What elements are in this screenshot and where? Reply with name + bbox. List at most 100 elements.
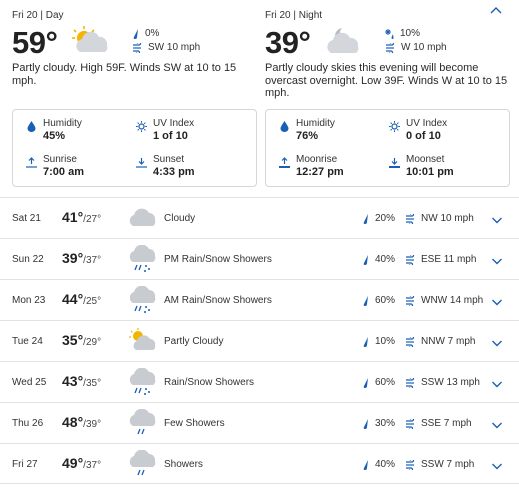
chevron-down-icon xyxy=(492,299,502,306)
chevron-down-icon xyxy=(492,258,502,265)
forecast-wind-value: NW 10 mph xyxy=(421,213,474,224)
forecast-precip: 10% xyxy=(362,336,395,347)
day-precip-value: 0% xyxy=(145,28,160,39)
forecast-condition: Few Showers xyxy=(164,418,225,429)
forecast-precip-value: 60% xyxy=(375,295,396,306)
night-details-card: Humidity 76% UV Index 0 of 10 Moonrise 12:2… xyxy=(265,109,510,187)
wind-icon xyxy=(406,213,415,224)
forecast-row[interactable]: Sun 22 39°/37° PM Rain/Snow Showers 40% ESE … xyxy=(0,238,519,279)
forecast-precip-value: 60% xyxy=(375,377,396,388)
forecast-temps: 44°/25° xyxy=(62,291,101,307)
expand-button[interactable] xyxy=(491,335,503,347)
showers-icon xyxy=(128,408,158,437)
chevron-down-icon xyxy=(492,340,502,347)
forecast-low: /39° xyxy=(83,419,102,430)
forecast-temps: 49°/37° xyxy=(62,455,101,471)
forecast-row[interactable]: Tue 24 35°/29° Partly Cloudy 10% NNW 7 mph xyxy=(0,320,519,361)
forecast-row[interactable]: Thu 26 48°/39° Few Showers 30% SSE 7 mph xyxy=(0,402,519,443)
humidity-label: Humidity xyxy=(296,118,335,129)
forecast-row[interactable]: Wed 25 43°/35° Rain/Snow Showers 60% SSW 13 … xyxy=(0,361,519,402)
moonrise-value: 12:27 pm xyxy=(296,166,344,178)
day-description: Partly cloudy. High 59F. Winds SW at 10 … xyxy=(12,62,237,87)
expand-button[interactable] xyxy=(491,253,503,265)
forecast-wind: SSE 7 mph xyxy=(405,418,472,429)
night-precip-value: 10% xyxy=(400,28,421,39)
moonset-cell: Moonset 10:01 pm xyxy=(388,154,454,179)
forecast-precip: 60% xyxy=(362,377,395,388)
partly-cloudy-day-icon xyxy=(66,24,114,61)
collapse-button[interactable] xyxy=(487,4,505,18)
forecast-wind-value: NNW 7 mph xyxy=(421,336,476,347)
moonrise-cell: Moonrise 12:27 pm xyxy=(278,154,344,179)
forecast-low: /25° xyxy=(83,296,102,307)
forecast-precip-value: 20% xyxy=(375,213,396,224)
night-description: Partly cloudy skies this evening will be… xyxy=(265,62,508,99)
humidity-icon xyxy=(25,120,37,132)
forecast-high: 48° xyxy=(62,414,84,430)
wind-icon xyxy=(406,377,415,388)
raindrop-icon xyxy=(363,377,368,388)
forecast-day: Fri 27 xyxy=(12,459,38,470)
day-wind: SW 10 mph xyxy=(132,42,200,53)
rain-snow-icon xyxy=(128,285,158,314)
wind-icon xyxy=(133,42,142,53)
forecast-high: 35° xyxy=(62,332,84,348)
forecast-low: /29° xyxy=(83,337,102,348)
forecast-precip-value: 10% xyxy=(375,336,396,347)
forecast-row[interactable]: Fri 27 49°/37° Showers 40% SSW 7 mph xyxy=(0,443,519,484)
forecast-temps: 35°/29° xyxy=(62,332,101,348)
forecast-precip: 20% xyxy=(362,213,395,224)
forecast-low: /35° xyxy=(83,378,102,389)
forecast-high: 43° xyxy=(62,373,84,389)
chevron-down-icon xyxy=(492,381,502,388)
expand-button[interactable] xyxy=(491,376,503,388)
forecast-wind-value: SSW 13 mph xyxy=(421,377,480,388)
forecast-wind: WNW 14 mph xyxy=(405,295,483,306)
forecast-condition: PM Rain/Snow Showers xyxy=(164,254,272,265)
moonset-label: Moonset xyxy=(406,154,445,165)
sunset-value: 4:33 pm xyxy=(153,166,195,178)
forecast-wind: SSW 7 mph xyxy=(405,459,474,470)
raindrop-icon xyxy=(363,336,368,347)
moonset-icon xyxy=(388,156,400,168)
forecast-wind-value: WNW 14 mph xyxy=(421,295,484,306)
expand-button[interactable] xyxy=(491,417,503,429)
day-wind-value: SW 10 mph xyxy=(148,42,201,53)
raindrop-icon xyxy=(363,295,368,306)
forecast-wind: ESE 11 mph xyxy=(405,254,476,265)
expand-button[interactable] xyxy=(491,294,503,306)
sunrise-cell: Sunrise 7:00 am xyxy=(25,154,84,179)
wind-icon xyxy=(406,418,415,429)
forecast-high: 41° xyxy=(62,209,84,225)
humidity-value: 45% xyxy=(43,130,66,142)
forecast-high: 39° xyxy=(62,250,84,266)
night-humidity-cell: Humidity 76% xyxy=(278,118,335,143)
today-detail: Fri 20 | Day 59° 0% SW 10 mph Partly clo… xyxy=(0,0,519,196)
night-label: Fri 20 | Night xyxy=(265,10,323,21)
expand-button[interactable] xyxy=(491,458,503,470)
forecast-row[interactable]: Mon 23 44°/25° AM Rain/Snow Showers 60% WNW … xyxy=(0,279,519,320)
uv-sun-icon xyxy=(388,120,400,132)
uv-label: UV Index xyxy=(406,118,448,129)
day-details-card: Humidity 45% UV Index 1 of 10 Sunrise 7:00 … xyxy=(12,109,257,187)
moonset-value: 10:01 pm xyxy=(406,166,454,178)
forecast-precip: 30% xyxy=(362,418,395,429)
forecast-high: 49° xyxy=(62,455,84,471)
wind-icon xyxy=(386,42,395,53)
forecast-wind-value: SSW 7 mph xyxy=(421,459,475,470)
expand-button[interactable] xyxy=(491,212,503,224)
forecast-day: Tue 24 xyxy=(12,336,43,347)
forecast-temps: 41°/27° xyxy=(62,209,101,225)
raindrop-icon xyxy=(363,418,368,429)
moonrise-icon xyxy=(278,156,290,168)
forecast-temps: 39°/37° xyxy=(62,250,101,266)
forecast-precip: 40% xyxy=(362,254,395,265)
forecast-high: 44° xyxy=(62,291,84,307)
forecast-row[interactable]: Sat 21 41°/27° Cloudy 20% NW 10 mph xyxy=(0,197,519,238)
forecast-precip: 40% xyxy=(362,459,395,470)
sunset-icon xyxy=(135,156,147,168)
day-precip: 0% xyxy=(132,28,159,39)
forecast-precip-value: 40% xyxy=(375,254,396,265)
forecast-wind: NNW 7 mph xyxy=(405,336,475,347)
forecast-precip-value: 40% xyxy=(375,459,396,470)
